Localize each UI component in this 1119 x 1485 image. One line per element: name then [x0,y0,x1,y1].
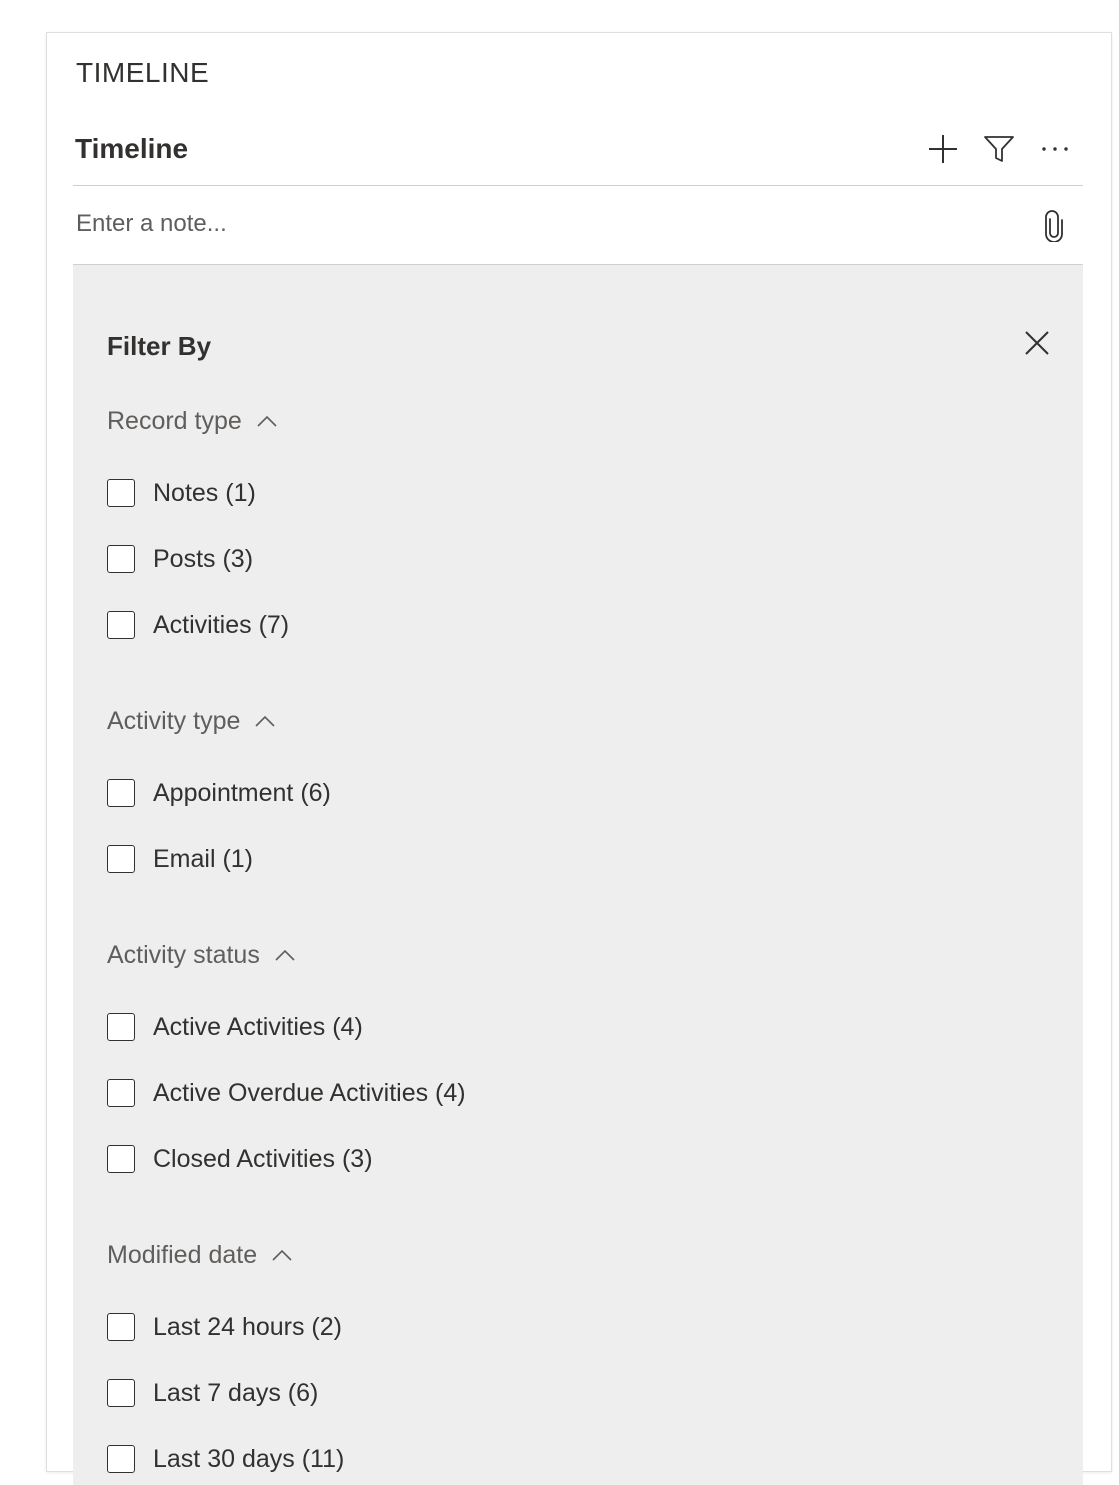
option-label: Email (1) [153,844,254,873]
filter-option-notes[interactable]: Notes (1) [107,473,289,513]
add-button[interactable] [915,127,971,171]
option-label: Posts (3) [153,544,254,573]
more-button[interactable] [1027,127,1083,171]
filter-option-last-7-days[interactable]: Last 7 days (6) [107,1373,344,1413]
filter-option-active-overdue-activities[interactable]: Active Overdue Activities (4) [107,1073,466,1113]
group-label: Record type [107,406,242,435]
option-label: Last 24 hours (2) [153,1312,342,1341]
filter-option-posts[interactable]: Posts (3) [107,539,289,579]
filter-option-appointment[interactable]: Appointment (6) [107,773,331,813]
section-title: TIMELINE [76,57,210,88]
filter-button[interactable] [971,127,1027,171]
group-label: Activity type [107,706,241,735]
group-header-activity-status[interactable]: Activity status [107,937,466,973]
option-label: Last 7 days (6) [153,1378,319,1407]
group-label: Modified date [107,1240,258,1269]
checkbox[interactable] [107,1013,135,1041]
timeline-header: Timeline [73,119,1083,186]
filter-option-last-30-days[interactable]: Last 30 days (11) [107,1439,344,1479]
checkbox[interactable] [107,545,135,573]
filter-group-record-type: Record type Notes (1) Posts (3) Activiti… [107,403,289,645]
filter-group-modified-date: Modified date Last 24 hours (2) Last 7 d… [107,1237,344,1479]
checkbox[interactable] [107,845,135,873]
filter-icon [984,136,1014,162]
checkbox[interactable] [107,779,135,807]
filter-option-activities[interactable]: Activities (7) [107,605,289,645]
group-header-activity-type[interactable]: Activity type [107,703,331,739]
timeline-card: TIMELINE Timeline Enter a note... Filter… [46,32,1112,1485]
chevron-up-icon [271,1248,293,1262]
option-label: Active Overdue Activities (4) [153,1078,466,1107]
filter-group-activity-type: Activity type Appointment (6) Email (1) [107,703,331,879]
checkbox[interactable] [107,1145,135,1173]
option-label: Active Activities (4) [153,1012,363,1041]
checkbox[interactable] [107,1379,135,1407]
close-icon [1025,331,1049,355]
filter-option-closed-activities[interactable]: Closed Activities (3) [107,1139,466,1179]
group-header-record-type[interactable]: Record type [107,403,289,439]
paperclip-icon [1045,210,1063,242]
header-actions [915,127,1083,171]
checkbox[interactable] [107,1079,135,1107]
filter-option-email[interactable]: Email (1) [107,839,331,879]
option-label: Activities (7) [153,610,290,639]
filter-group-activity-status: Activity status Active Activities (4) Ac… [107,937,466,1179]
attach-button[interactable] [1039,208,1069,244]
checkbox[interactable] [107,1313,135,1341]
filter-title: Filter By [107,331,212,361]
filter-panel: Filter By Record type Notes (1) Posts (3… [73,265,1083,1485]
more-icon [1042,147,1068,151]
filter-option-last-24-hours[interactable]: Last 24 hours (2) [107,1307,344,1347]
checkbox[interactable] [107,1445,135,1473]
chevron-up-icon [274,948,296,962]
chevron-up-icon [256,414,278,428]
option-label: Appointment (6) [153,778,331,807]
group-label: Activity status [107,940,260,969]
option-label: Closed Activities (3) [153,1144,373,1173]
note-row [73,186,1083,265]
note-input[interactable] [73,206,1019,242]
timeline-title: Timeline [75,133,189,164]
add-icon [929,135,957,163]
checkbox[interactable] [107,611,135,639]
chevron-up-icon [254,714,276,728]
group-header-modified-date[interactable]: Modified date [107,1237,344,1273]
filter-option-active-activities[interactable]: Active Activities (4) [107,1007,466,1047]
checkbox[interactable] [107,479,135,507]
close-filter-button[interactable] [1021,327,1053,359]
option-label: Last 30 days (11) [153,1444,345,1473]
option-label: Notes (1) [153,478,256,507]
